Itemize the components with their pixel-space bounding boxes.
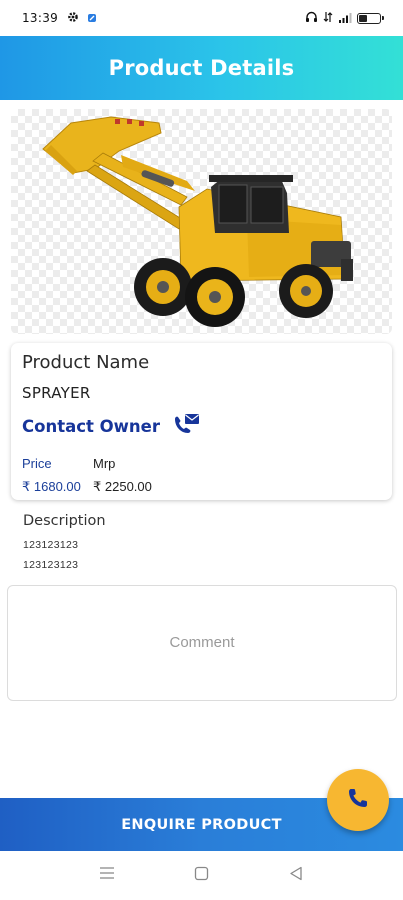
- nav-recents-button[interactable]: [87, 856, 127, 896]
- contact-owner-label: Contact Owner: [22, 417, 160, 436]
- phone-mail-icon: [172, 413, 200, 440]
- app-header: Product Details: [0, 36, 403, 100]
- status-left-icons: [67, 11, 97, 26]
- signal-icon: [338, 11, 352, 26]
- nav-home-button[interactable]: [181, 856, 221, 896]
- contact-owner-button[interactable]: Contact Owner: [22, 413, 200, 440]
- wheel-loader-image: [42, 116, 353, 327]
- price-label: Price: [22, 456, 52, 471]
- status-time: 13:39: [22, 11, 59, 25]
- square-home-icon: [194, 866, 209, 886]
- enquire-product-label: ENQUIRE PRODUCT: [121, 816, 282, 833]
- page-title: Product Details: [108, 56, 295, 80]
- phone-icon: [346, 786, 370, 815]
- app-notification-icon: [87, 11, 97, 26]
- description-text: 123123123: [23, 539, 79, 551]
- description-text: 123123123: [23, 559, 79, 571]
- call-button[interactable]: [327, 769, 389, 831]
- price-value: ₹ 1680.00: [22, 479, 81, 494]
- product-name-label: Product Name: [22, 352, 150, 373]
- mrp-value: ₹ 2250.00: [93, 479, 152, 494]
- product-details-screen: 13:39 Product Details Product Name SPRAY…: [0, 0, 403, 900]
- menu-lines-icon: [99, 866, 115, 885]
- description-label: Description: [23, 513, 106, 529]
- nav-back-button[interactable]: [276, 856, 316, 896]
- status-bar: 13:39: [0, 0, 403, 36]
- headphones-icon: [305, 11, 318, 26]
- comment-input[interactable]: [8, 586, 396, 700]
- comment-box: [7, 585, 397, 701]
- status-right-icons: [305, 11, 384, 26]
- product-name-value: SPRAYER: [22, 384, 91, 402]
- product-image: [11, 109, 392, 334]
- mobile-data-icon: [323, 11, 333, 26]
- back-triangle-icon: [289, 866, 303, 886]
- system-nav-bar: [0, 851, 403, 900]
- product-info-card: Product Name SPRAYER Contact Owner Price…: [11, 343, 392, 500]
- gear-icon: [67, 11, 79, 26]
- battery-icon: [357, 12, 384, 24]
- mrp-label: Mrp: [93, 456, 116, 471]
